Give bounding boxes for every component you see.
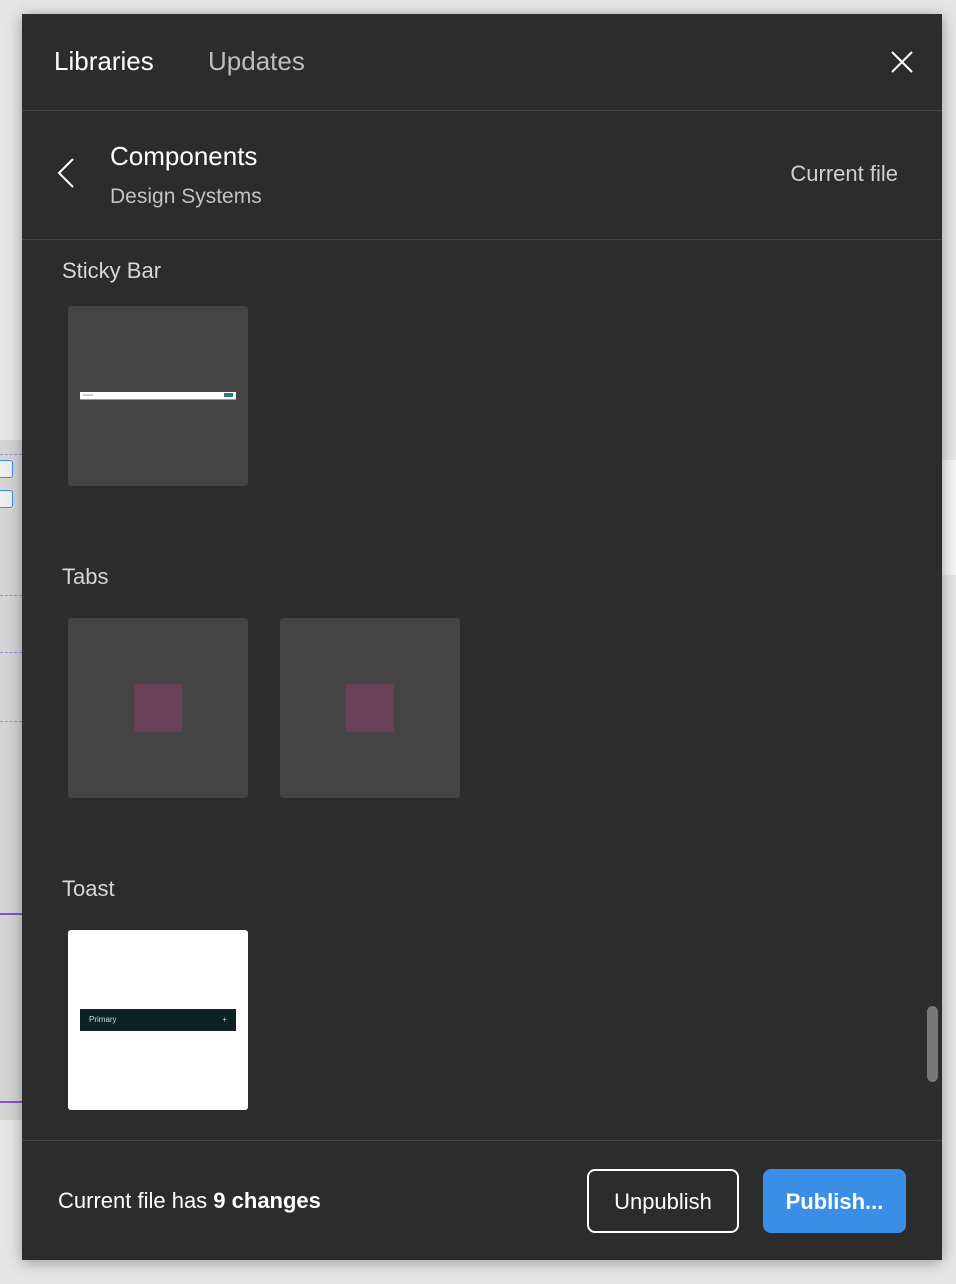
libraries-modal: Libraries Updates Components Design Syst… [22, 14, 942, 1260]
background-guide [0, 454, 22, 455]
tab-preview [346, 684, 394, 732]
components-list: Sticky Bar Tabs Toast Primary + [22, 240, 942, 1140]
scrollbar[interactable] [927, 1006, 938, 1082]
section-title: Tabs [62, 564, 109, 589]
background-canvas [0, 440, 22, 1120]
library-title: Components [110, 141, 258, 171]
changes-status: Current file has 9 changes [58, 1188, 321, 1214]
current-file-link[interactable]: Current file [790, 161, 898, 187]
modal-footer: Current file has 9 changes Unpublish Pub… [22, 1140, 942, 1260]
plus-icon: + [222, 1015, 227, 1024]
chevron-left-icon[interactable] [56, 157, 76, 189]
background-guide [0, 595, 22, 596]
toast-preview: Primary + [80, 1009, 236, 1031]
toast-label: Primary [89, 1015, 117, 1024]
sticky-bar-preview [80, 392, 236, 400]
background-guide [0, 652, 22, 653]
section-title: Toast [62, 876, 115, 901]
tab-libraries[interactable]: Libraries [54, 46, 154, 77]
tab-updates[interactable]: Updates [208, 46, 305, 77]
background-guide [0, 1101, 22, 1103]
component-thumbnail-toast[interactable]: Primary + [68, 930, 248, 1110]
section-title: Sticky Bar [62, 258, 162, 283]
close-icon[interactable] [890, 50, 914, 74]
publish-button[interactable]: Publish... [763, 1169, 906, 1233]
component-thumbnail-sticky-bar[interactable] [68, 306, 248, 486]
library-header: Components Design Systems Current file [22, 111, 942, 240]
background-canvas-element [0, 460, 13, 478]
background-canvas [942, 460, 956, 575]
modal-tabs: Libraries Updates [22, 14, 942, 111]
component-thumbnail-tab[interactable] [280, 618, 460, 798]
background-guide [0, 913, 22, 915]
background-canvas-element [0, 490, 13, 508]
background-guide [0, 721, 22, 722]
unpublish-button[interactable]: Unpublish [587, 1169, 739, 1233]
library-subtitle: Design Systems [110, 185, 262, 208]
component-thumbnail-tab[interactable] [68, 618, 248, 798]
changes-count: 9 changes [213, 1188, 321, 1213]
status-text: Current file has [58, 1188, 214, 1213]
tab-preview [134, 684, 182, 732]
